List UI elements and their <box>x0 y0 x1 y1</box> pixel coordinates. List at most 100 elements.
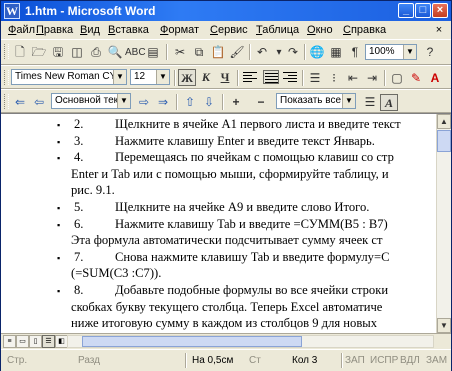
horizontal-scrollbar[interactable] <box>67 335 434 348</box>
bold-button[interactable]: Ж <box>178 69 196 86</box>
normal-view-icon[interactable]: ≡ <box>3 335 16 348</box>
toolbar-separator <box>237 70 239 86</box>
status-bar: Стр. Разд На 0,5см Ст Кол 3 ЗАП ИСПР ВДЛ… <box>1 349 451 371</box>
promote-to-heading-icon[interactable]: ⇐ <box>11 94 29 111</box>
font-size-select[interactable]: 12 ▼ <box>130 69 170 85</box>
copy-icon[interactable]: ⧉ <box>190 44 208 61</box>
menu-edit[interactable]: Правка <box>36 24 73 36</box>
spelling-icon[interactable]: ABC <box>125 44 146 61</box>
show-level-value: Показать все <box>280 95 342 106</box>
status-track-changes[interactable]: ИСПР <box>370 355 398 366</box>
expand-icon[interactable]: + <box>227 94 245 111</box>
demote-icon[interactable]: ⇨ <box>135 94 153 111</box>
line-text: Нажмите клавишу Enter и введите текст Ян… <box>115 133 375 148</box>
chevron-down-icon[interactable]: ▼ <box>156 70 169 84</box>
status-extend[interactable]: ВДЛ <box>400 355 420 366</box>
vertical-scroll-thumb[interactable] <box>437 130 451 152</box>
help-icon[interactable]: ? <box>421 44 439 61</box>
numbering-icon[interactable]: ☰ <box>306 70 324 87</box>
menu-insert[interactable]: Вставка <box>108 24 149 36</box>
show-first-line-icon[interactable]: ☰ <box>361 94 379 111</box>
align-right-icon[interactable] <box>283 70 299 84</box>
bullet-icon: ▪ <box>57 203 61 213</box>
close-button[interactable]: × <box>432 3 448 18</box>
demote-to-body-icon[interactable]: ⇒ <box>154 94 172 111</box>
menu-format[interactable]: Формат <box>160 24 199 36</box>
print-layout-icon[interactable]: ▯ <box>29 335 42 348</box>
line-text: Нажмите клавишу Tab и введите =СУММ(B5 :… <box>115 216 388 231</box>
align-left-icon[interactable] <box>243 70 259 84</box>
line-text: рис. 9.1. <box>71 183 115 198</box>
undo-icon[interactable]: ↶ <box>253 44 271 61</box>
scroll-up-icon[interactable]: ▲ <box>437 114 451 129</box>
open-folder-icon[interactable]: 🗁 <box>30 44 48 61</box>
tables-borders-icon[interactable]: ▦ <box>327 44 345 61</box>
menu-file[interactable]: Файл <box>8 24 35 36</box>
toolbar-separator <box>174 70 176 86</box>
line-text: Щелкните на ячейке A9 и введите слово Ит… <box>115 200 370 214</box>
format-painter-icon[interactable]: 🖌 <box>228 44 246 61</box>
web-view-icon[interactable]: ▭ <box>16 335 29 348</box>
print-preview-icon[interactable]: 🔍 <box>106 44 124 61</box>
permission-icon[interactable]: ◫ <box>68 44 86 61</box>
toolbar-separator <box>222 94 224 110</box>
justify-icon[interactable] <box>263 70 279 84</box>
new-document-icon[interactable]: 🗋 <box>11 44 29 61</box>
title-bar[interactable]: W 1.htm - Microsoft Word _ □ × <box>1 1 451 21</box>
bullet-icon: ▪ <box>57 252 61 263</box>
paste-icon[interactable]: 📋 <box>209 44 227 61</box>
chevron-down-icon[interactable]: ▼ <box>113 70 126 84</box>
move-up-icon[interactable]: ⇧ <box>181 94 199 111</box>
toolbar-grip[interactable] <box>4 44 9 59</box>
cut-icon[interactable]: ✂ <box>171 44 189 61</box>
toolbar-grip[interactable] <box>4 94 9 109</box>
list-number: 5. <box>74 200 84 214</box>
promote-icon[interactable]: ⇦ <box>30 94 48 111</box>
horizontal-scroll-thumb[interactable] <box>82 336 302 347</box>
move-down-icon[interactable]: ⇩ <box>200 94 218 111</box>
print-icon[interactable]: ⎙ <box>87 44 105 61</box>
minimize-button[interactable]: _ <box>398 3 414 18</box>
highlight-icon[interactable]: ✎ <box>407 70 425 87</box>
decrease-indent-icon[interactable]: ⇤ <box>344 70 362 87</box>
chevron-down-icon[interactable]: ▼ <box>117 94 130 108</box>
list-number: 3. <box>74 133 84 148</box>
status-overtype[interactable]: ЗАМ <box>426 355 447 366</box>
bullets-icon[interactable]: ⁝ <box>325 70 343 87</box>
toolbar-separator <box>304 44 306 60</box>
style-select[interactable]: Основной текст ▼ <box>51 93 131 109</box>
redo-icon[interactable]: ↷ <box>284 44 302 61</box>
underline-button[interactable]: Ч <box>216 69 234 86</box>
show-hide-icon[interactable]: ¶ <box>346 44 364 61</box>
collapse-icon[interactable]: − <box>252 94 270 111</box>
research-icon[interactable]: ▤ <box>144 44 162 61</box>
font-name-select[interactable]: Times New Roman CYR ▼ <box>11 69 127 85</box>
font-color-icon[interactable]: A <box>426 70 444 87</box>
word-app-icon[interactable]: W <box>4 3 20 19</box>
italic-button[interactable]: К <box>197 69 215 86</box>
chevron-down-icon[interactable]: ▼ <box>403 45 416 59</box>
zoom-select[interactable]: 100% ▼ <box>365 44 417 60</box>
hyperlink-icon[interactable]: 🌐 <box>308 44 326 61</box>
menu-view[interactable]: Вид <box>80 24 100 36</box>
toolbar-grip[interactable] <box>4 70 9 85</box>
line-text: Щелкните в ячейке A1 первого листа и вве… <box>115 117 401 131</box>
increase-indent-icon[interactable]: ⇥ <box>363 70 381 87</box>
chevron-down-icon[interactable]: ▼ <box>342 94 355 108</box>
scroll-down-icon[interactable]: ▼ <box>437 318 451 333</box>
show-level-select[interactable]: Показать все ▼ <box>276 93 356 109</box>
status-separator <box>341 353 343 368</box>
document-body[interactable]: ▪ 2. Щелкните в ячейке A1 первого листа и … <box>1 114 436 333</box>
maximize-button[interactable]: □ <box>415 3 431 18</box>
menu-tools[interactable]: Сервис <box>210 24 248 36</box>
status-record[interactable]: ЗАП <box>345 355 365 366</box>
save-icon[interactable]: 🖫 <box>49 44 67 61</box>
menu-window[interactable]: Окно <box>307 24 333 36</box>
menu-help[interactable]: Справка <box>343 24 386 36</box>
show-formatting-icon[interactable]: A <box>380 94 398 111</box>
vertical-scrollbar[interactable]: ▲ ▼ <box>436 114 451 333</box>
close-document-icon[interactable]: × <box>432 23 446 37</box>
border-icon[interactable]: ▢ <box>388 70 406 87</box>
menu-table[interactable]: Таблица <box>256 24 299 36</box>
outline-view-icon[interactable]: ☰ <box>42 335 55 348</box>
